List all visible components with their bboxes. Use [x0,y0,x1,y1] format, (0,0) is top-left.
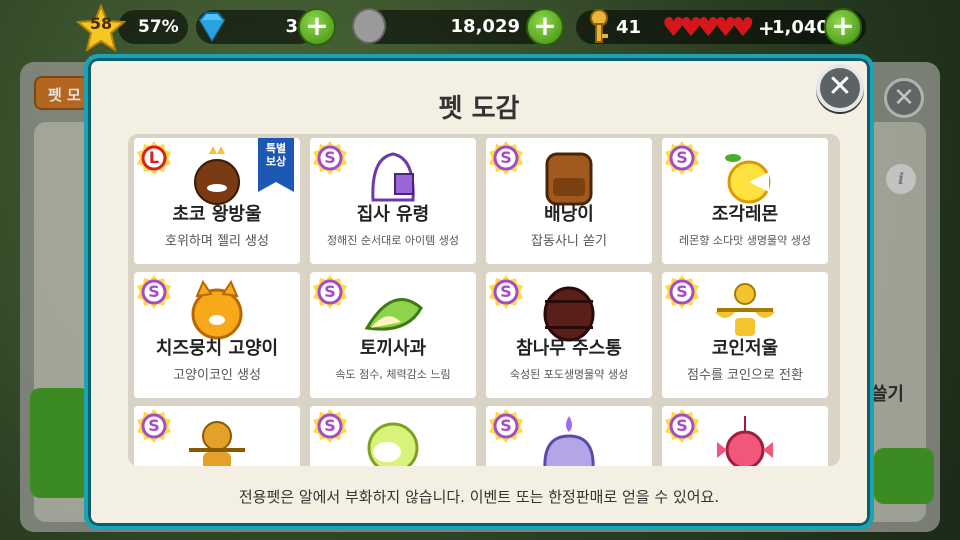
rank-s-badge-icon: S [664,140,700,176]
rank-letter: S [500,282,512,301]
pet-name: 토끼사과 [359,338,427,359]
rank-s-badge-icon: S [488,408,524,444]
pet-description: 숙성된 포도생명물약 생성 [509,368,629,381]
pet-card[interactable]: S [310,406,476,466]
rank-s-badge-icon: S [312,408,348,444]
heart-icon: ♥ [731,13,755,43]
pet-description: 고양이코인 생성 [173,368,261,383]
pet-description: 잡동사니 쏟기 [531,234,607,249]
pet-name: 조각레몬 [711,204,779,225]
pet-card[interactable]: S [486,406,652,466]
cheese-cat-icon [181,278,253,342]
rank-s-badge-icon: S [312,274,348,310]
oak-barrel-icon [533,278,605,342]
hearts-row: ♥ ♥ ♥ ♥ ♥ [662,15,758,41]
rank-s-badge-icon: S [488,274,524,310]
pet-name: 코인저울 [711,338,779,359]
coin-count: 18,029 [450,16,520,37]
rank-l-badge-icon: L [136,140,172,176]
pet-description: 속도 점수, 체력감소 느림 [335,368,451,381]
special-reward-label: 특별 보상 [265,142,287,168]
green-orb-icon [357,412,429,466]
candle-spirit-icon [533,412,605,466]
rank-s-badge-icon: S [312,140,348,176]
coin-scale-icon [709,278,781,342]
rank-s-badge-icon: S [136,274,172,310]
pet-card[interactable]: S 토끼사과속도 점수, 체력감소 느림 [310,272,476,398]
pet-name: 초코 왕방울 [172,204,262,225]
background-right-text: 쓸기 [870,384,904,405]
level-number: 58 [89,14,113,33]
rank-s-badge-icon: S [488,140,524,176]
rank-s-badge-icon: S [664,274,700,310]
background-green-button-left [30,388,90,498]
pet-card[interactable]: S 참나무 주스통숙성된 포도생명물약 생성 [486,272,652,398]
pet-card[interactable]: L 특별 보상초코 왕방울호위하며 젤리 생성 [134,138,300,264]
gem-count: 3 [285,16,298,37]
pink-candy-icon [709,412,781,466]
bear-scale-icon [181,412,253,466]
pet-card[interactable]: S 배낭이잡동사니 쏟기 [486,138,652,264]
pet-grid: L 특별 보상초코 왕방울호위하며 젤리 생성 S 집사 유령정해진 순서대로 아이템… [134,138,828,466]
buy-coins-button[interactable]: + [526,8,564,46]
diamond-icon [198,12,226,42]
rank-letter: S [324,148,336,167]
buy-hearts-button[interactable]: + [824,8,862,46]
pet-collection-modal: 펫 도감 L 특별 보상초코 왕방울호위하며 젤리 생성 S 집사 유령정해진 순서대… [84,54,874,530]
exp-percent: 57% [138,17,179,37]
rank-letter: S [500,416,512,435]
pet-description: 점수를 코인으로 전환 [687,368,803,383]
pet-card[interactable]: S 코인저울점수를 코인으로 전환 [662,272,828,398]
modal-title: 펫 도감 [438,94,520,124]
rank-letter: S [676,282,688,301]
pet-name: 배낭이 [544,204,594,225]
background-close-icon: ✕ [884,78,924,118]
rank-letter: S [500,148,512,167]
lemon-slice-icon [709,144,781,208]
pet-grid-scroll[interactable]: L 특별 보상초코 왕방울호위하며 젤리 생성 S 집사 유령정해진 순서대로 아이템… [128,134,840,466]
buy-gems-button[interactable]: + [298,8,336,46]
pet-card[interactable]: S 집사 유령정해진 순서대로 아이템 생성 [310,138,476,264]
key-icon [590,9,608,43]
pet-card[interactable]: S [662,406,828,466]
background-green-button-right [874,448,934,504]
rank-s-badge-icon: S [136,408,172,444]
rank-s-badge-icon: S [664,408,700,444]
backpack-icon [533,144,605,208]
pet-name: 집사 유령 [356,204,430,225]
pet-card[interactable]: S 조각레몬레몬향 소다맛 생명물약 생성 [662,138,828,264]
close-button[interactable]: ✕ [816,64,864,112]
rank-letter: S [676,416,688,435]
rank-letter: S [324,416,336,435]
pet-description: 호위하며 젤리 생성 [165,234,269,249]
rank-letter: S [148,282,160,301]
butler-ghost-icon [357,144,429,208]
footer-note: 전용펫은 알에서 부화하지 않습니다. 이벤트 또는 한정판매로 얻을 수 있어… [238,488,720,506]
pet-card[interactable]: S 치즈뭉치 고양이고양이코인 생성 [134,272,300,398]
heart-count: 1,040 [772,17,829,38]
rank-letter: S [676,148,688,167]
key-count: 41 [616,17,642,38]
top-resource-bar: 58 57% 3 + 18,029 + 41 ♥ ♥ ♥ ♥ ♥ + 1,040… [0,0,960,56]
pet-name: 치즈뭉치 고양이 [155,338,279,359]
rank-letter: S [324,282,336,301]
info-icon: i [886,164,916,194]
rank-letter: L [148,148,160,167]
pet-description: 레몬향 소다맛 생명물약 생성 [679,234,811,247]
pet-name: 참나무 주스통 [516,338,622,359]
coin-icon [352,8,386,44]
rabbit-apple-icon [357,278,429,342]
pet-card[interactable]: S [134,406,300,466]
choco-bell-icon [181,144,253,208]
rank-letter: S [148,416,160,435]
pet-description: 정해진 순서대로 아이템 생성 [327,234,459,247]
